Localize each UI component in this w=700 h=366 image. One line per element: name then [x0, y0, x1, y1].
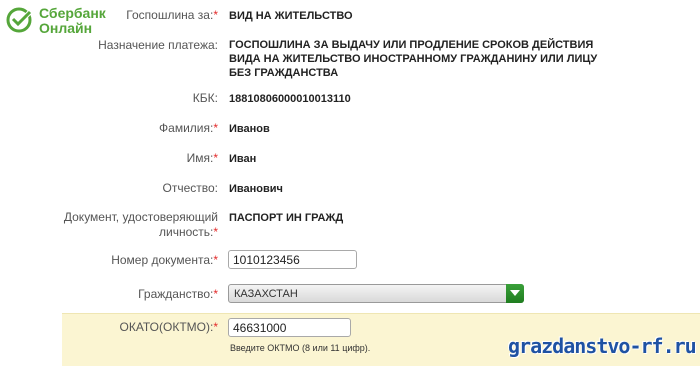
required-marker: * [213, 151, 218, 165]
document-value: ПАСПОРТ ИН ГРАЖД [229, 212, 344, 224]
citizenship-selected-value: КАЗАХСТАН [234, 288, 298, 300]
fee-type-value: ВИД НА ЖИТЕЛЬСТВО [229, 10, 353, 22]
sberbank-logo-icon [6, 7, 32, 33]
citizenship-select[interactable]: КАЗАХСТАН [228, 284, 524, 303]
okato-hint: Введите ОКТМО (8 или 11 цифр). [230, 343, 371, 353]
required-marker: * [213, 8, 218, 22]
patronymic-label: Отчество: [162, 181, 219, 195]
kbk-value: 18810806000010013110 [229, 93, 351, 105]
required-marker: * [213, 121, 218, 135]
okato-input[interactable] [228, 318, 351, 337]
firstname-value: Иван [229, 153, 257, 165]
document-label-line2: личность:* [158, 225, 218, 239]
lastname-label: Фамилия:* [159, 121, 218, 135]
lastname-value: Иванов [229, 123, 270, 135]
patronymic-value: Иванович [229, 183, 283, 195]
okato-label: ОКАТО(ОКТМО):* [119, 320, 219, 334]
site-watermark: grazdanstvo-rf.ru [508, 334, 697, 358]
required-marker: * [213, 287, 218, 301]
required-marker: * [213, 225, 218, 239]
citizenship-dropdown-button[interactable] [506, 284, 524, 303]
required-marker: * [213, 320, 218, 334]
document-number-label: Номер документа:* [111, 253, 218, 267]
citizenship-label: Гражданство:* [138, 287, 218, 301]
chevron-down-icon [510, 290, 520, 296]
kbk-label: КБК: [192, 91, 218, 105]
fee-type-label: Госпошлина за:* [126, 8, 218, 22]
required-marker: * [213, 253, 218, 267]
payment-purpose-value: ГОСПОШЛИНА ЗА ВЫДАЧУ ИЛИ ПРОДЛЕНИЕ СРОКО… [229, 39, 598, 79]
brand-line2: Онлайн [39, 20, 93, 36]
document-label-line1: Документ, удостоверяющий [63, 210, 218, 224]
document-number-input[interactable] [228, 250, 357, 269]
payment-purpose-label: Назначение платежа: [98, 38, 218, 52]
brand-line1: Сбербанк [39, 5, 106, 21]
firstname-label: Имя:* [186, 151, 218, 165]
brand-name: Сбербанк Онлайн [39, 6, 106, 36]
